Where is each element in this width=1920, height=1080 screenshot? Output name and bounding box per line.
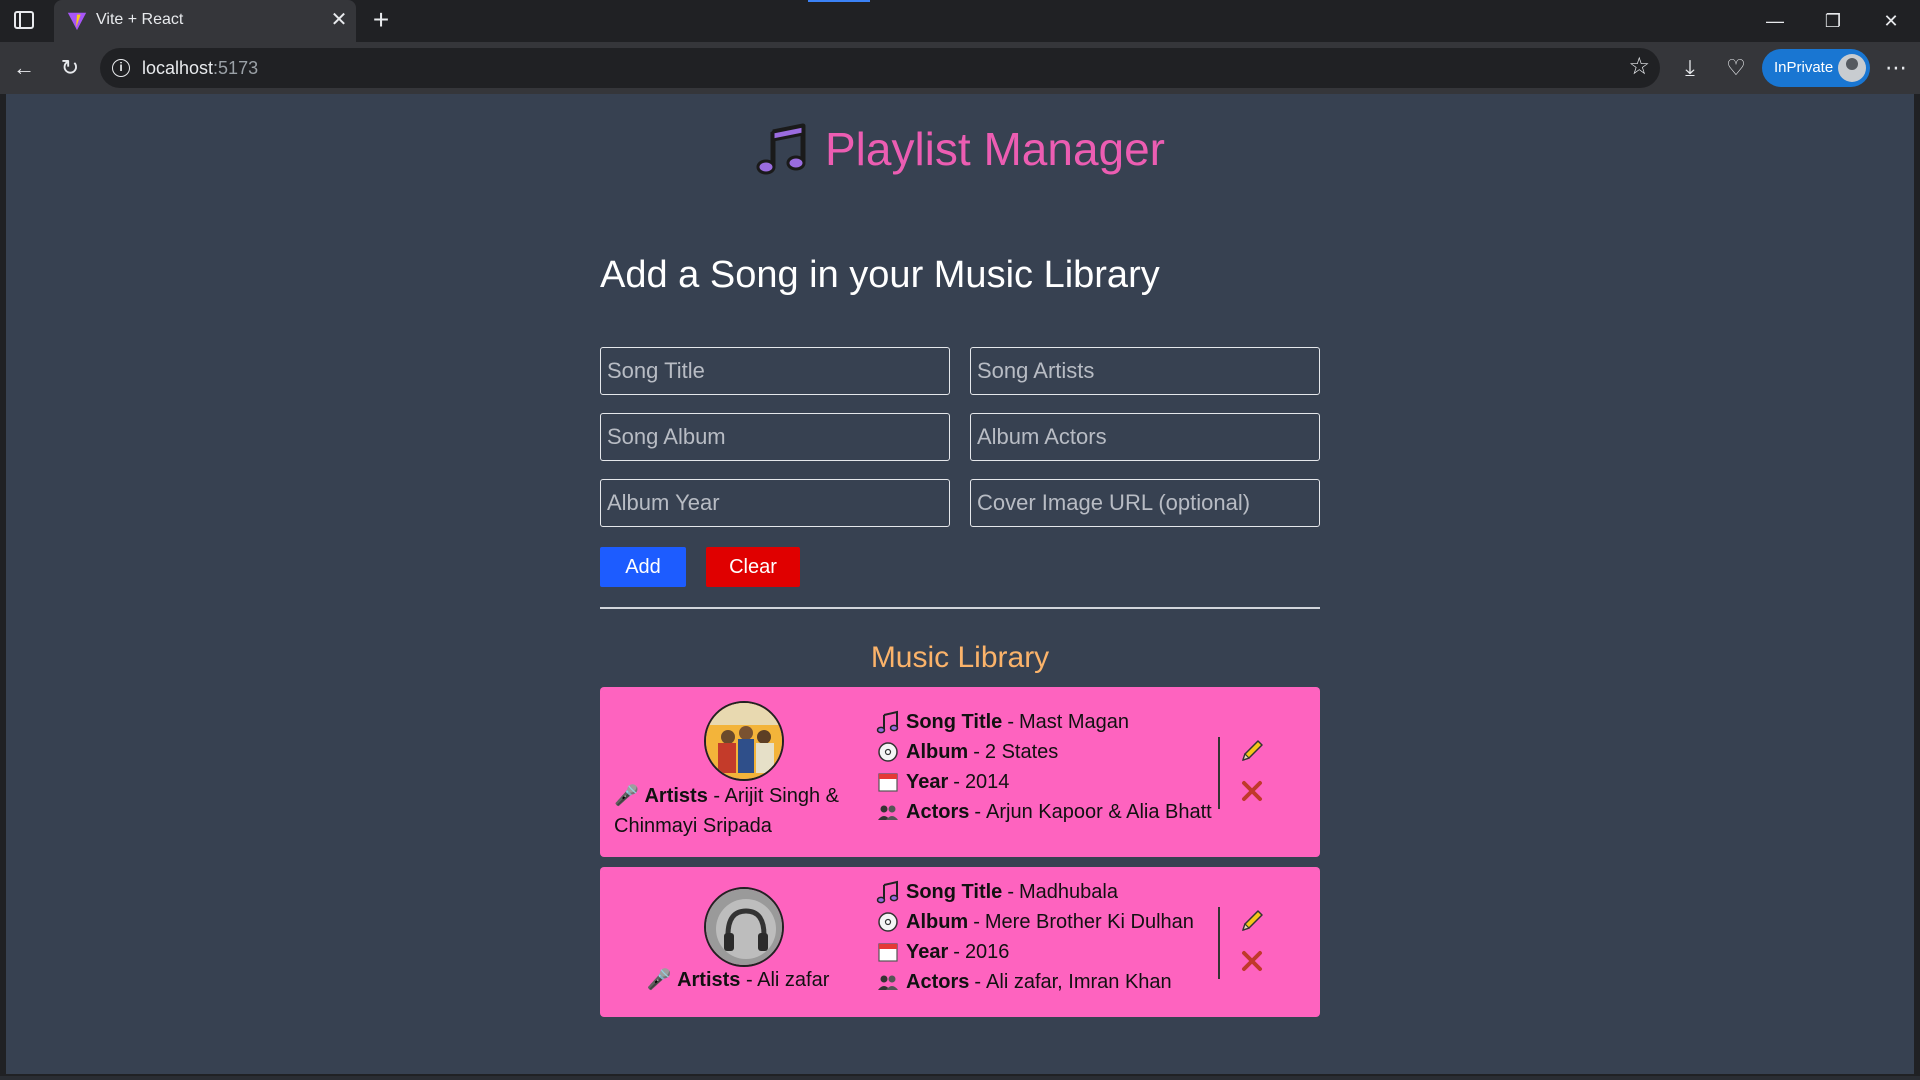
album-value: 2 States [984, 741, 1059, 763]
address-bar[interactable]: i localhost:5173 ☆ [100, 48, 1660, 88]
vite-logo-icon [67, 12, 87, 31]
song-title-input[interactable] [600, 347, 950, 395]
actors-row: Actors - Arjun Kapoor & Alia Bhatt [876, 797, 1212, 827]
microphone-icon: 🎤 [614, 785, 639, 807]
page-header: Playlist Manager [6, 122, 1914, 181]
music-note-icon [876, 880, 899, 904]
music-note-icon [876, 710, 899, 734]
more-options-icon[interactable]: ⋯ [1880, 52, 1912, 84]
form-actions: Add Clear [600, 547, 1320, 587]
year-row: Year -2014 [876, 767, 1212, 797]
year-value: 2016 [964, 941, 1010, 963]
loading-indicator [808, 0, 870, 2]
clear-button[interactable]: Clear [706, 547, 800, 587]
reload-icon[interactable]: ↻ [54, 52, 86, 84]
browser-tab[interactable]: Vite + React ✕ [54, 0, 356, 42]
actors-value: Ali zafar, Imran Khan [986, 971, 1172, 993]
year-value: 2014 [964, 771, 1010, 793]
song-title-row: Song Title - Mast Magan [876, 707, 1212, 737]
microphone-icon: 🎤 [646, 969, 672, 991]
add-button[interactable]: Add [600, 547, 686, 587]
music-note-icon [756, 123, 806, 175]
song-card: 🎤 Artists - Arijit Singh & Chinmayi Srip… [600, 687, 1320, 857]
disc-icon [878, 912, 898, 932]
disc-icon [878, 742, 898, 762]
card-divider [1218, 907, 1220, 979]
restore-button[interactable]: ❐ [1804, 0, 1862, 42]
song-album-input[interactable] [600, 413, 950, 461]
album-row: Album -2 States [876, 737, 1212, 767]
people-icon [878, 975, 898, 990]
calendar-icon [878, 773, 898, 792]
divider [600, 607, 1320, 609]
add-song-form [600, 347, 1320, 527]
app-title: Playlist Manager [824, 123, 1166, 175]
edit-pencil-icon[interactable] [1238, 737, 1266, 765]
cover-url-input[interactable] [970, 479, 1320, 527]
form-title: Add a Song in your Music Library [600, 254, 1160, 296]
song-title-row: Song Title - Madhubala [876, 877, 1194, 907]
delete-x-icon[interactable] [1238, 947, 1266, 975]
song-artists: 🎤 Artists - Ali zafar [646, 969, 830, 991]
inprivate-badge[interactable]: InPrivate [1762, 49, 1870, 87]
album-year-input[interactable] [600, 479, 950, 527]
people-icon [878, 805, 898, 820]
song-list: 🎤 Artists - Arijit Singh & Chinmayi Srip… [600, 687, 1320, 1017]
favorite-star-icon[interactable]: ☆ [1628, 52, 1650, 81]
browser-tab-bar: Vite + React ✕ + — ❐ ✕ [0, 0, 1920, 42]
actors-row: Actors - Ali zafar, Imran Khan [876, 967, 1194, 997]
song-details: Song Title - Madhubala Album - Mere Brother … [876, 877, 1194, 997]
browser-toolbar: ← ↻ i localhost:5173 ☆ ⤓ ♡ InPrivate ⋯ [0, 42, 1920, 94]
album-value: Mere Brother Ki Dulhan [984, 911, 1194, 933]
song-artists: 🎤 Artists - Arijit Singh & Chinmayi Srip… [614, 785, 840, 837]
calendar-icon [878, 943, 898, 962]
tab-actions-icon[interactable] [14, 11, 34, 29]
year-row: Year -2016 [876, 937, 1194, 967]
song-title-value: Madhubala [1018, 881, 1118, 903]
album-row: Album - Mere Brother Ki Dulhan [876, 907, 1194, 937]
minimize-button[interactable]: — [1746, 0, 1804, 42]
browser-essentials-icon[interactable]: ♡ [1720, 52, 1752, 84]
inprivate-label: InPrivate [1774, 59, 1834, 76]
new-tab-button[interactable]: + [364, 4, 398, 38]
album-cover-image [704, 887, 784, 967]
album-actors-input[interactable] [970, 413, 1320, 461]
delete-x-icon[interactable] [1238, 777, 1266, 805]
edit-pencil-icon[interactable] [1238, 907, 1266, 935]
album-cover-image [704, 701, 784, 781]
song-card: 🎤 Artists - Ali zafar Song Title - Madhuba… [600, 867, 1320, 1017]
url-text: localhost:5173 [142, 58, 259, 78]
download-icon[interactable]: ⤓ [1674, 52, 1706, 84]
close-tab-icon[interactable]: ✕ [326, 7, 352, 33]
main-content: Add a Song in your Music Library Add Cle… [600, 254, 1320, 1027]
card-divider [1218, 737, 1220, 809]
tab-title: Vite + React [96, 11, 184, 28]
library-title: Music Library [870, 641, 1050, 674]
page-viewport: Playlist Manager Add a Song in your Musi… [6, 94, 1914, 1074]
actors-value: Arjun Kapoor & Alia Bhatt [986, 801, 1212, 823]
close-window-button[interactable]: ✕ [1862, 0, 1920, 42]
back-icon[interactable]: ← [8, 52, 40, 84]
horizontal-scrollbar[interactable] [0, 1076, 1920, 1080]
profile-avatar [1838, 54, 1866, 82]
song-title-value: Mast Magan [1018, 711, 1130, 733]
song-artists-input[interactable] [970, 347, 1320, 395]
site-info-icon[interactable]: i [112, 59, 130, 77]
song-details: Song Title - Mast Magan Album -2 States Yea… [876, 707, 1212, 827]
